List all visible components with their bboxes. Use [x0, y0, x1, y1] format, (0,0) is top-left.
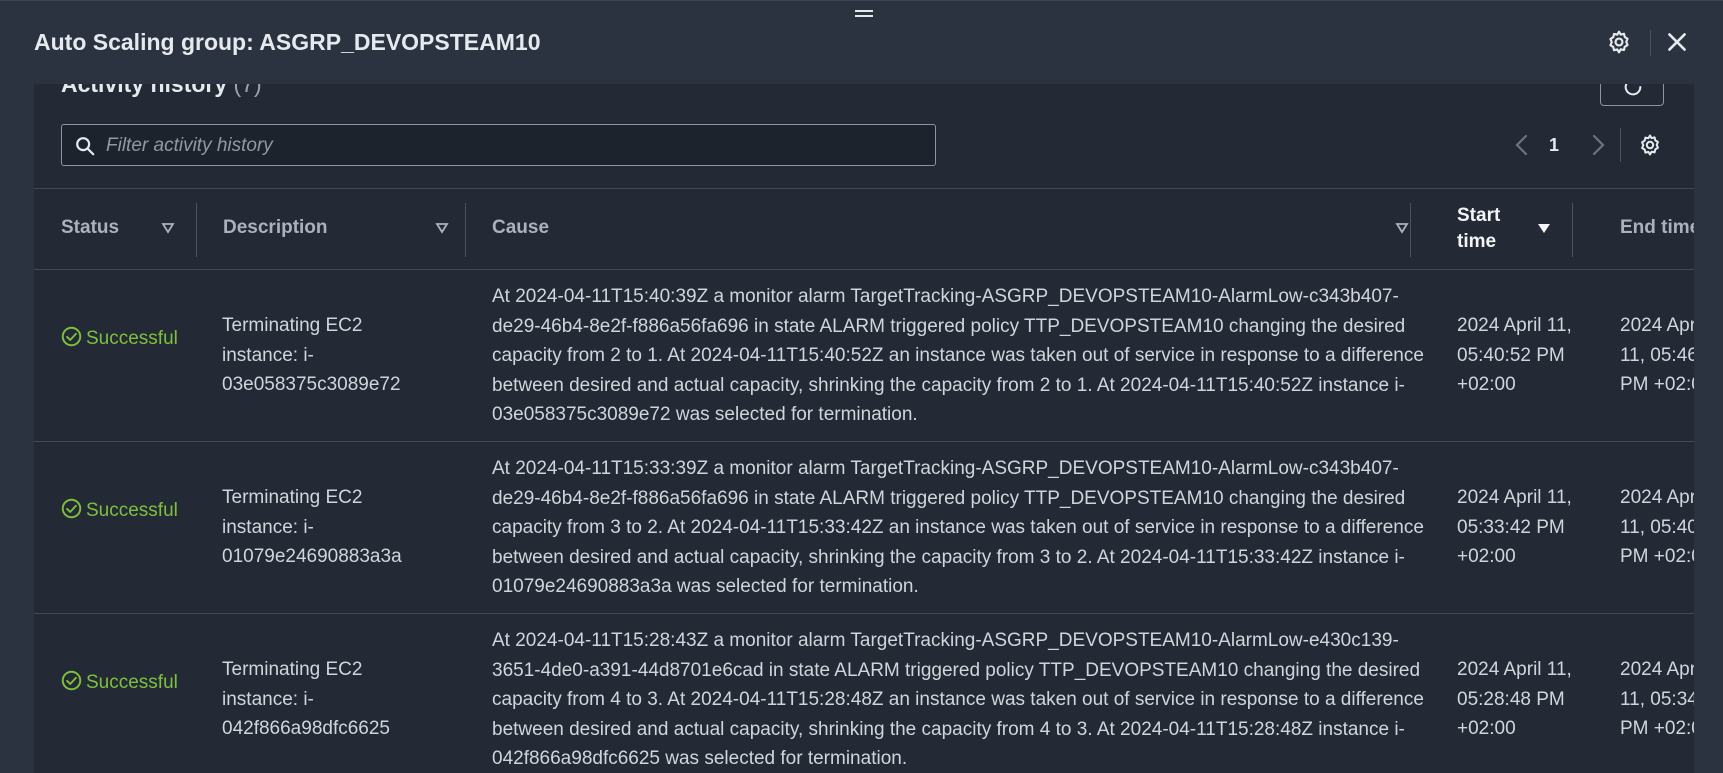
caret-down-icon — [161, 223, 175, 234]
end-time-cell: 2024 April 11, 05:46:4 PM +02:00 — [1620, 315, 1694, 395]
column-label: Start time — [1457, 205, 1501, 252]
drag-handle-icon[interactable] — [855, 7, 873, 19]
check-circle-icon — [61, 670, 82, 691]
pager-divider — [1620, 128, 1621, 162]
table-settings-gear-icon[interactable] — [1638, 133, 1662, 157]
filter-activity-box[interactable] — [61, 124, 936, 166]
chevron-left-icon[interactable] — [1513, 134, 1531, 156]
column-divider[interactable] — [1572, 203, 1573, 257]
table-row[interactable]: Successful Terminating EC2 instance: i-0… — [34, 614, 1694, 773]
column-header-description[interactable]: Description — [196, 189, 466, 269]
start-time-cell: 2024 April 11, 05:33:42 PM +02:00 — [1457, 487, 1572, 567]
status-text: Successful — [86, 672, 178, 693]
check-circle-icon — [61, 326, 82, 347]
check-circle-icon — [61, 498, 82, 519]
end-time-cell: 2024 April 11, 05:40:0 PM +02:00 — [1620, 487, 1694, 567]
description-cell: Terminating EC2 instance: i-03e058375c30… — [222, 315, 401, 395]
status-text: Successful — [86, 500, 178, 521]
column-header-status[interactable]: Status — [34, 189, 196, 269]
panel-header: Auto Scaling group: ASGRP_DEVOPSTEAM10 — [0, 0, 1723, 84]
cause-cell: At 2024-04-11T15:40:39Z a monitor alarm … — [492, 286, 1424, 425]
filter-activity-input[interactable] — [104, 133, 928, 159]
header-divider — [1650, 30, 1651, 56]
caret-down-icon — [1395, 223, 1409, 234]
column-label: Status — [61, 217, 120, 238]
status-cell: Successful — [61, 668, 186, 698]
column-header-end-time[interactable]: End time — [1593, 189, 1694, 269]
column-label: Description — [223, 217, 328, 238]
description-cell: Terminating EC2 instance: i-042f866a98df… — [222, 659, 390, 739]
column-header-start-time[interactable]: Start time — [1430, 189, 1592, 269]
column-header-cause[interactable]: Cause — [465, 189, 1430, 269]
column-label: End time — [1620, 217, 1694, 238]
search-icon — [76, 137, 95, 156]
cause-cell: At 2024-04-11T15:28:43Z a monitor alarm … — [492, 630, 1424, 769]
status-text: Successful — [86, 328, 178, 349]
table-row[interactable]: Successful Terminating EC2 instance: i-0… — [34, 270, 1694, 442]
end-time-cell: 2024 April 11, 05:34:5 PM +02:00 — [1620, 659, 1694, 739]
table-row[interactable]: Successful Terminating EC2 instance: i-0… — [34, 442, 1694, 614]
status-cell: Successful — [61, 496, 186, 526]
column-label: Cause — [492, 217, 550, 238]
gear-icon[interactable] — [1606, 29, 1632, 55]
description-cell: Terminating EC2 instance: i-01079e246908… — [222, 487, 402, 567]
cause-cell: At 2024-04-11T15:33:39Z a monitor alarm … — [492, 458, 1424, 597]
caret-down-icon — [435, 223, 449, 234]
refresh-button[interactable] — [1600, 84, 1664, 106]
section-title: Activity history (7) — [61, 84, 262, 98]
close-icon[interactable] — [1664, 29, 1690, 55]
column-divider[interactable] — [1410, 203, 1411, 257]
refresh-icon — [1624, 84, 1642, 96]
start-time-cell: 2024 April 11, 05:40:52 PM +02:00 — [1457, 315, 1572, 395]
section-title-label: Activity history — [61, 84, 228, 97]
chevron-right-icon[interactable] — [1589, 134, 1607, 156]
status-cell: Successful — [61, 324, 186, 354]
activity-table: Status Description Cause Start time End … — [34, 188, 1694, 773]
caret-down-icon — [1538, 224, 1550, 233]
page-number[interactable]: 1 — [1549, 135, 1559, 156]
activity-history-section: Activity history (7) 1 Status Descriptio… — [34, 84, 1694, 773]
start-time-cell: 2024 April 11, 05:28:48 PM +02:00 — [1457, 659, 1572, 739]
table-header: Status Description Cause Start time End … — [34, 189, 1694, 270]
activity-count: (7) — [233, 84, 262, 97]
panel-title: Auto Scaling group: ASGRP_DEVOPSTEAM10 — [34, 29, 541, 55]
